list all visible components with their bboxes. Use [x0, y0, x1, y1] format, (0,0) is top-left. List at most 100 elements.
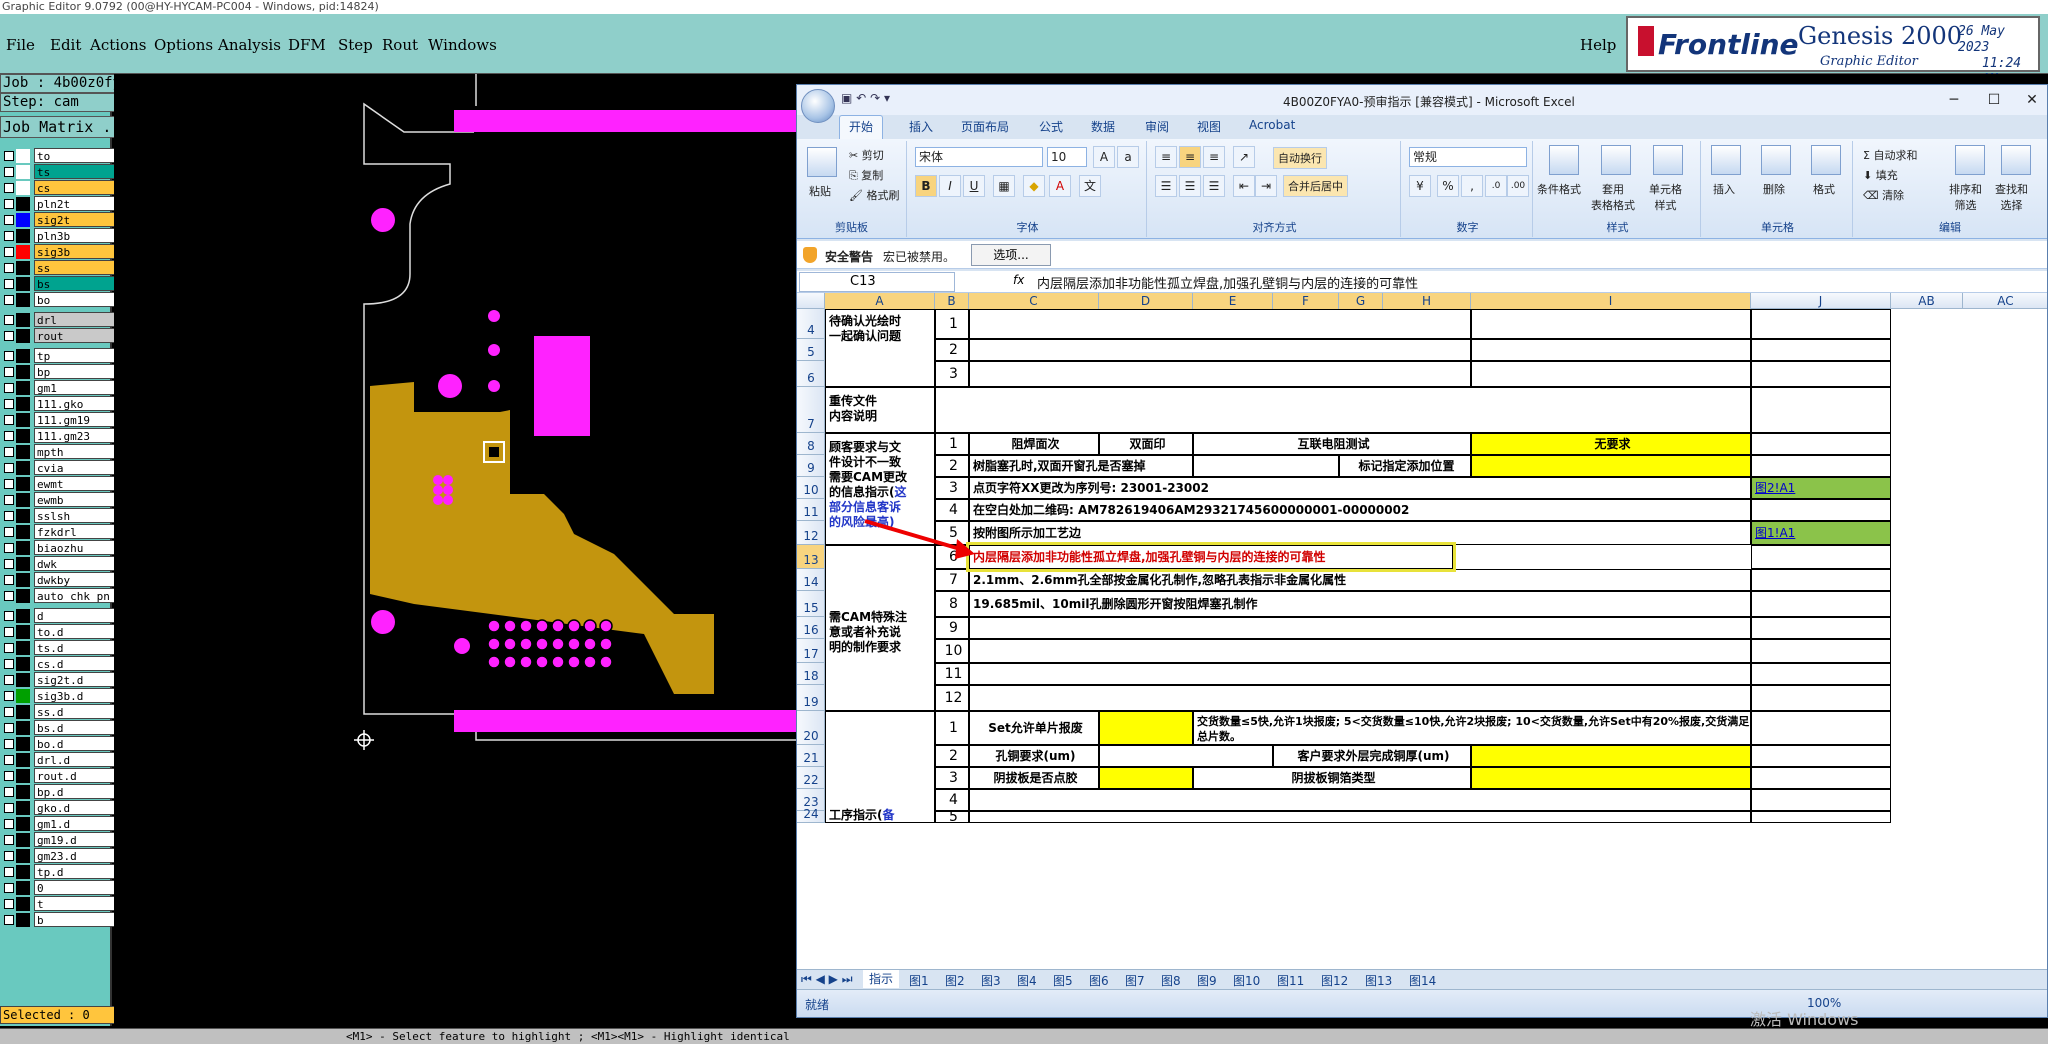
tab-formulas[interactable]: 公式: [1039, 118, 1063, 135]
layer-row[interactable]: 111.gm23: [2, 428, 116, 444]
layer-row[interactable]: to: [2, 148, 116, 164]
cell[interactable]: 标记指定添加位置: [1339, 455, 1471, 477]
find-select-button[interactable]: 查找和 选择: [1995, 181, 2028, 213]
layer-row[interactable]: ewmt: [2, 476, 116, 492]
cell[interactable]: 互联电阻测试: [1193, 433, 1471, 455]
fill-color-button[interactable]: ◆: [1023, 175, 1045, 197]
column-header[interactable]: H: [1383, 293, 1471, 309]
layer-row[interactable]: ts: [2, 164, 116, 180]
cell[interactable]: [969, 639, 1751, 663]
cell[interactable]: [1751, 455, 1891, 477]
cell-styles-button[interactable]: 单元格 样式: [1649, 181, 1682, 213]
conditional-format-button[interactable]: 条件格式: [1537, 181, 1581, 197]
row-header[interactable]: 22: [797, 767, 825, 789]
layer-row[interactable]: tp.d: [2, 864, 116, 880]
cell[interactable]: [1751, 811, 1891, 823]
cell[interactable]: [969, 811, 1751, 823]
format-cells-icon[interactable]: [1811, 145, 1841, 175]
insert-cells-icon[interactable]: [1711, 145, 1741, 175]
save-icon[interactable]: ▣: [841, 91, 852, 105]
cell[interactable]: 2: [935, 339, 969, 361]
cell[interactable]: [1471, 745, 1751, 767]
cell[interactable]: [969, 789, 1751, 811]
layer-row[interactable]: 0: [2, 880, 116, 896]
orientation-button[interactable]: ↗: [1233, 146, 1255, 168]
cell[interactable]: 1: [935, 711, 969, 745]
sheet-tab[interactable]: 图2: [945, 972, 965, 989]
cell[interactable]: [1471, 339, 1751, 361]
menu-windows[interactable]: Windows: [428, 36, 497, 54]
grow-font-button[interactable]: A: [1093, 146, 1115, 168]
layer-checkbox[interactable]: [4, 495, 14, 505]
delete-cells-icon[interactable]: [1761, 145, 1791, 175]
cell[interactable]: 1: [935, 309, 969, 339]
cell[interactable]: 重传文件 内容说明: [825, 387, 935, 433]
layer-checkbox[interactable]: [4, 351, 14, 361]
redo-icon[interactable]: ↷: [870, 91, 880, 105]
row-header[interactable]: 24: [797, 807, 825, 823]
cell[interactable]: [969, 617, 1751, 639]
align-center-button[interactable]: ☰: [1179, 175, 1201, 197]
cell[interactable]: 图2!A1: [1751, 477, 1891, 499]
row-header[interactable]: 10: [797, 477, 825, 499]
fill-button[interactable]: ⬇ 填充: [1863, 167, 1898, 183]
layer-checkbox[interactable]: [4, 755, 14, 765]
row-header[interactable]: 5: [797, 339, 825, 361]
layer-row[interactable]: cvia: [2, 460, 116, 476]
layer-row[interactable]: ts.d: [2, 640, 116, 656]
increase-decimal-button[interactable]: .0: [1485, 175, 1507, 197]
wrap-text-button[interactable]: 自动换行: [1273, 147, 1327, 169]
sheet-nav-icon[interactable]: ⏮ ◀ ▶ ⏭: [801, 972, 853, 987]
layer-row[interactable]: ss.d: [2, 704, 116, 720]
layer-checkbox[interactable]: [4, 279, 14, 289]
minimize-button[interactable]: ─: [1939, 89, 1969, 111]
layer-checkbox[interactable]: [4, 215, 14, 225]
row-header[interactable]: 9: [797, 455, 825, 477]
layer-checkbox[interactable]: [4, 675, 14, 685]
cell[interactable]: [1751, 639, 1891, 663]
layer-checkbox[interactable]: [4, 199, 14, 209]
undo-icon[interactable]: ↶: [856, 91, 866, 105]
cell[interactable]: [1193, 455, 1339, 477]
layer-row[interactable]: ss: [2, 260, 116, 276]
worksheet-grid[interactable]: A B C D E F G H I J AB AC 4 5 6 7 8 9 10 11 12 13…: [797, 293, 2047, 969]
formula-input[interactable]: 内层隔层添加非功能性孤立焊盘,加强孔壁铜与内层的连接的可靠性: [1037, 273, 1418, 292]
layer-row[interactable]: drl: [2, 312, 116, 328]
sheet-tab[interactable]: 图5: [1053, 972, 1073, 989]
layer-checkbox[interactable]: [4, 511, 14, 521]
cell[interactable]: 无要求: [1471, 433, 1751, 455]
layer-row[interactable]: mpth: [2, 444, 116, 460]
align-right-button[interactable]: ☰: [1203, 175, 1225, 197]
layer-row[interactable]: cs.d: [2, 656, 116, 672]
percent-button[interactable]: %: [1437, 175, 1459, 197]
layer-checkbox[interactable]: [4, 543, 14, 553]
layer-row[interactable]: biaozhu: [2, 540, 116, 556]
layer-row[interactable]: bp.d: [2, 784, 116, 800]
sheet-tab[interactable]: 图7: [1125, 972, 1145, 989]
menu-file[interactable]: File: [6, 36, 35, 54]
column-header[interactable]: E: [1193, 293, 1273, 309]
cell[interactable]: [1751, 545, 1891, 569]
insert-cells-button[interactable]: 插入: [1713, 181, 1735, 197]
cell[interactable]: [1751, 617, 1891, 639]
cell[interactable]: [1471, 767, 1751, 789]
cell[interactable]: 在空白处加二维码: AM782619406AM29321745600000001…: [969, 499, 1751, 521]
layer-checkbox[interactable]: [4, 167, 14, 177]
layer-checkbox[interactable]: [4, 899, 14, 909]
layer-checkbox[interactable]: [4, 315, 14, 325]
layer-checkbox[interactable]: [4, 707, 14, 717]
sheet-tab[interactable]: 图4: [1017, 972, 1037, 989]
row-header[interactable]: 14: [797, 569, 825, 591]
cell[interactable]: 工序指示(备 注需要CAM转化: [825, 711, 935, 823]
column-header[interactable]: B: [935, 293, 969, 309]
cell[interactable]: 9: [935, 617, 969, 639]
tab-data[interactable]: 数据: [1091, 118, 1115, 135]
menu-rout[interactable]: Rout: [382, 36, 418, 54]
sheet-tab[interactable]: 图10: [1233, 972, 1260, 989]
sheet-tab[interactable]: 图13: [1365, 972, 1392, 989]
format-table-icon[interactable]: [1601, 145, 1631, 175]
cell[interactable]: 阻焊面次: [969, 433, 1099, 455]
cell[interactable]: 树脂塞孔时,双面开窗孔是否塞掉: [969, 455, 1193, 477]
row-header[interactable]: 13: [797, 545, 825, 569]
security-options-button[interactable]: 选项...: [971, 244, 1051, 266]
